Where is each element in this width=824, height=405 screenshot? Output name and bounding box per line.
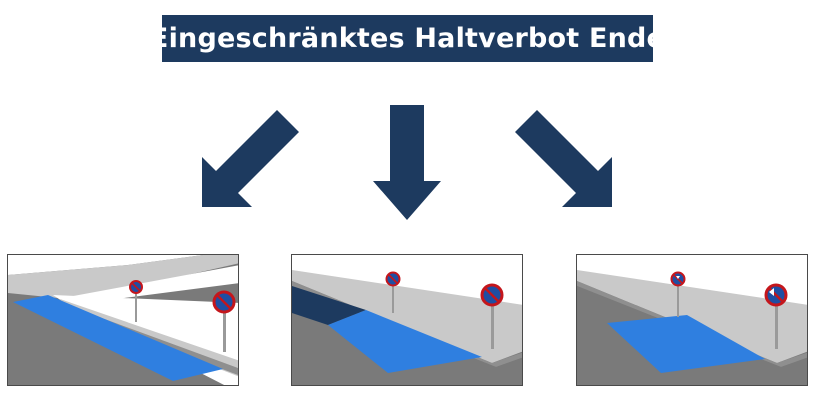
scene-within-zone [291, 254, 523, 386]
arrow-down-icon [373, 105, 441, 220]
scene-end-of-zone [576, 254, 808, 386]
arrow-down-left-icon [202, 110, 299, 207]
arrows-group [202, 105, 612, 220]
scene-start-of-zone [7, 254, 239, 386]
arrow-down-right-icon [515, 110, 612, 207]
